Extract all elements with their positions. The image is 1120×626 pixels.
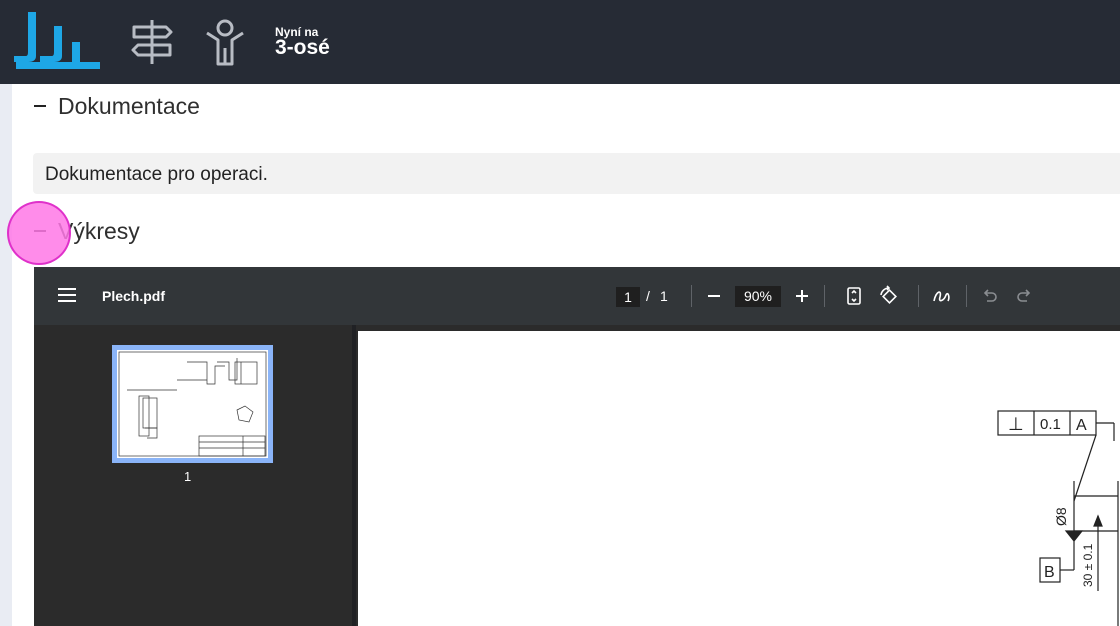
pdf-toolbar: Plech.pdf 1 / 1 90% <box>34 267 1120 325</box>
menu-icon[interactable] <box>58 288 76 302</box>
cursor-highlight <box>7 201 71 265</box>
operator-icon[interactable] <box>201 18 249 66</box>
rotate-icon[interactable] <box>876 283 900 309</box>
signpost-icon[interactable] <box>128 18 176 66</box>
undo-icon[interactable] <box>978 283 1002 309</box>
collapse-icon[interactable] <box>30 105 50 107</box>
toolbar-divider <box>691 285 692 307</box>
zoom-input[interactable]: 90% <box>735 286 781 307</box>
section-title: Dokumentace <box>58 92 200 119</box>
pdf-file-name: Plech.pdf <box>102 288 166 304</box>
fit-page-icon[interactable] <box>842 283 866 309</box>
pdf-page: ⊥ 0.1 A B Ø8 30 ± 0.1 <box>358 331 1120 626</box>
toolbar-divider <box>824 285 825 307</box>
page-separator: / <box>646 288 650 304</box>
datum-a-label: A <box>1076 417 1087 434</box>
perpendicularity-symbol: ⊥ <box>1008 414 1024 434</box>
zoom-out-icon[interactable] <box>702 283 726 309</box>
now-value: 3-osé <box>275 36 330 59</box>
diameter-label: Ø8 <box>1053 507 1069 526</box>
toolbar-divider <box>966 285 967 307</box>
thumbnail-sidebar: 1 <box>34 325 352 626</box>
annotate-icon[interactable] <box>930 283 954 309</box>
pdf-viewer: Plech.pdf 1 / 1 90% 1 ⊥ 0.1 A B Ø8 30 ± … <box>34 267 1120 626</box>
thumbnail-page-number: 1 <box>184 469 192 484</box>
page-number-input[interactable]: 1 <box>616 287 640 307</box>
toolbar-divider <box>918 285 919 307</box>
redo-icon[interactable] <box>1012 283 1036 309</box>
datum-b-label: B <box>1044 564 1055 581</box>
sidebar-divider <box>352 325 356 626</box>
dimension-label: 30 ± 0.1 <box>1081 543 1095 587</box>
thumbnail-drawing <box>117 350 268 458</box>
zoom-in-icon[interactable] <box>790 283 814 309</box>
description-box: Dokumentace pro operaci. <box>33 153 1120 194</box>
section-dokumentace-header[interactable]: Dokumentace <box>30 91 200 121</box>
left-strip <box>0 84 12 626</box>
top-bar: Nyní na 3-osé <box>0 0 1120 84</box>
page-total: 1 <box>660 288 668 304</box>
description-text: Dokumentace pro operaci. <box>45 164 268 185</box>
page-thumbnail[interactable] <box>112 345 273 463</box>
tolerance-label: 0.1 <box>1040 416 1061 433</box>
logo-icon[interactable] <box>14 12 100 72</box>
